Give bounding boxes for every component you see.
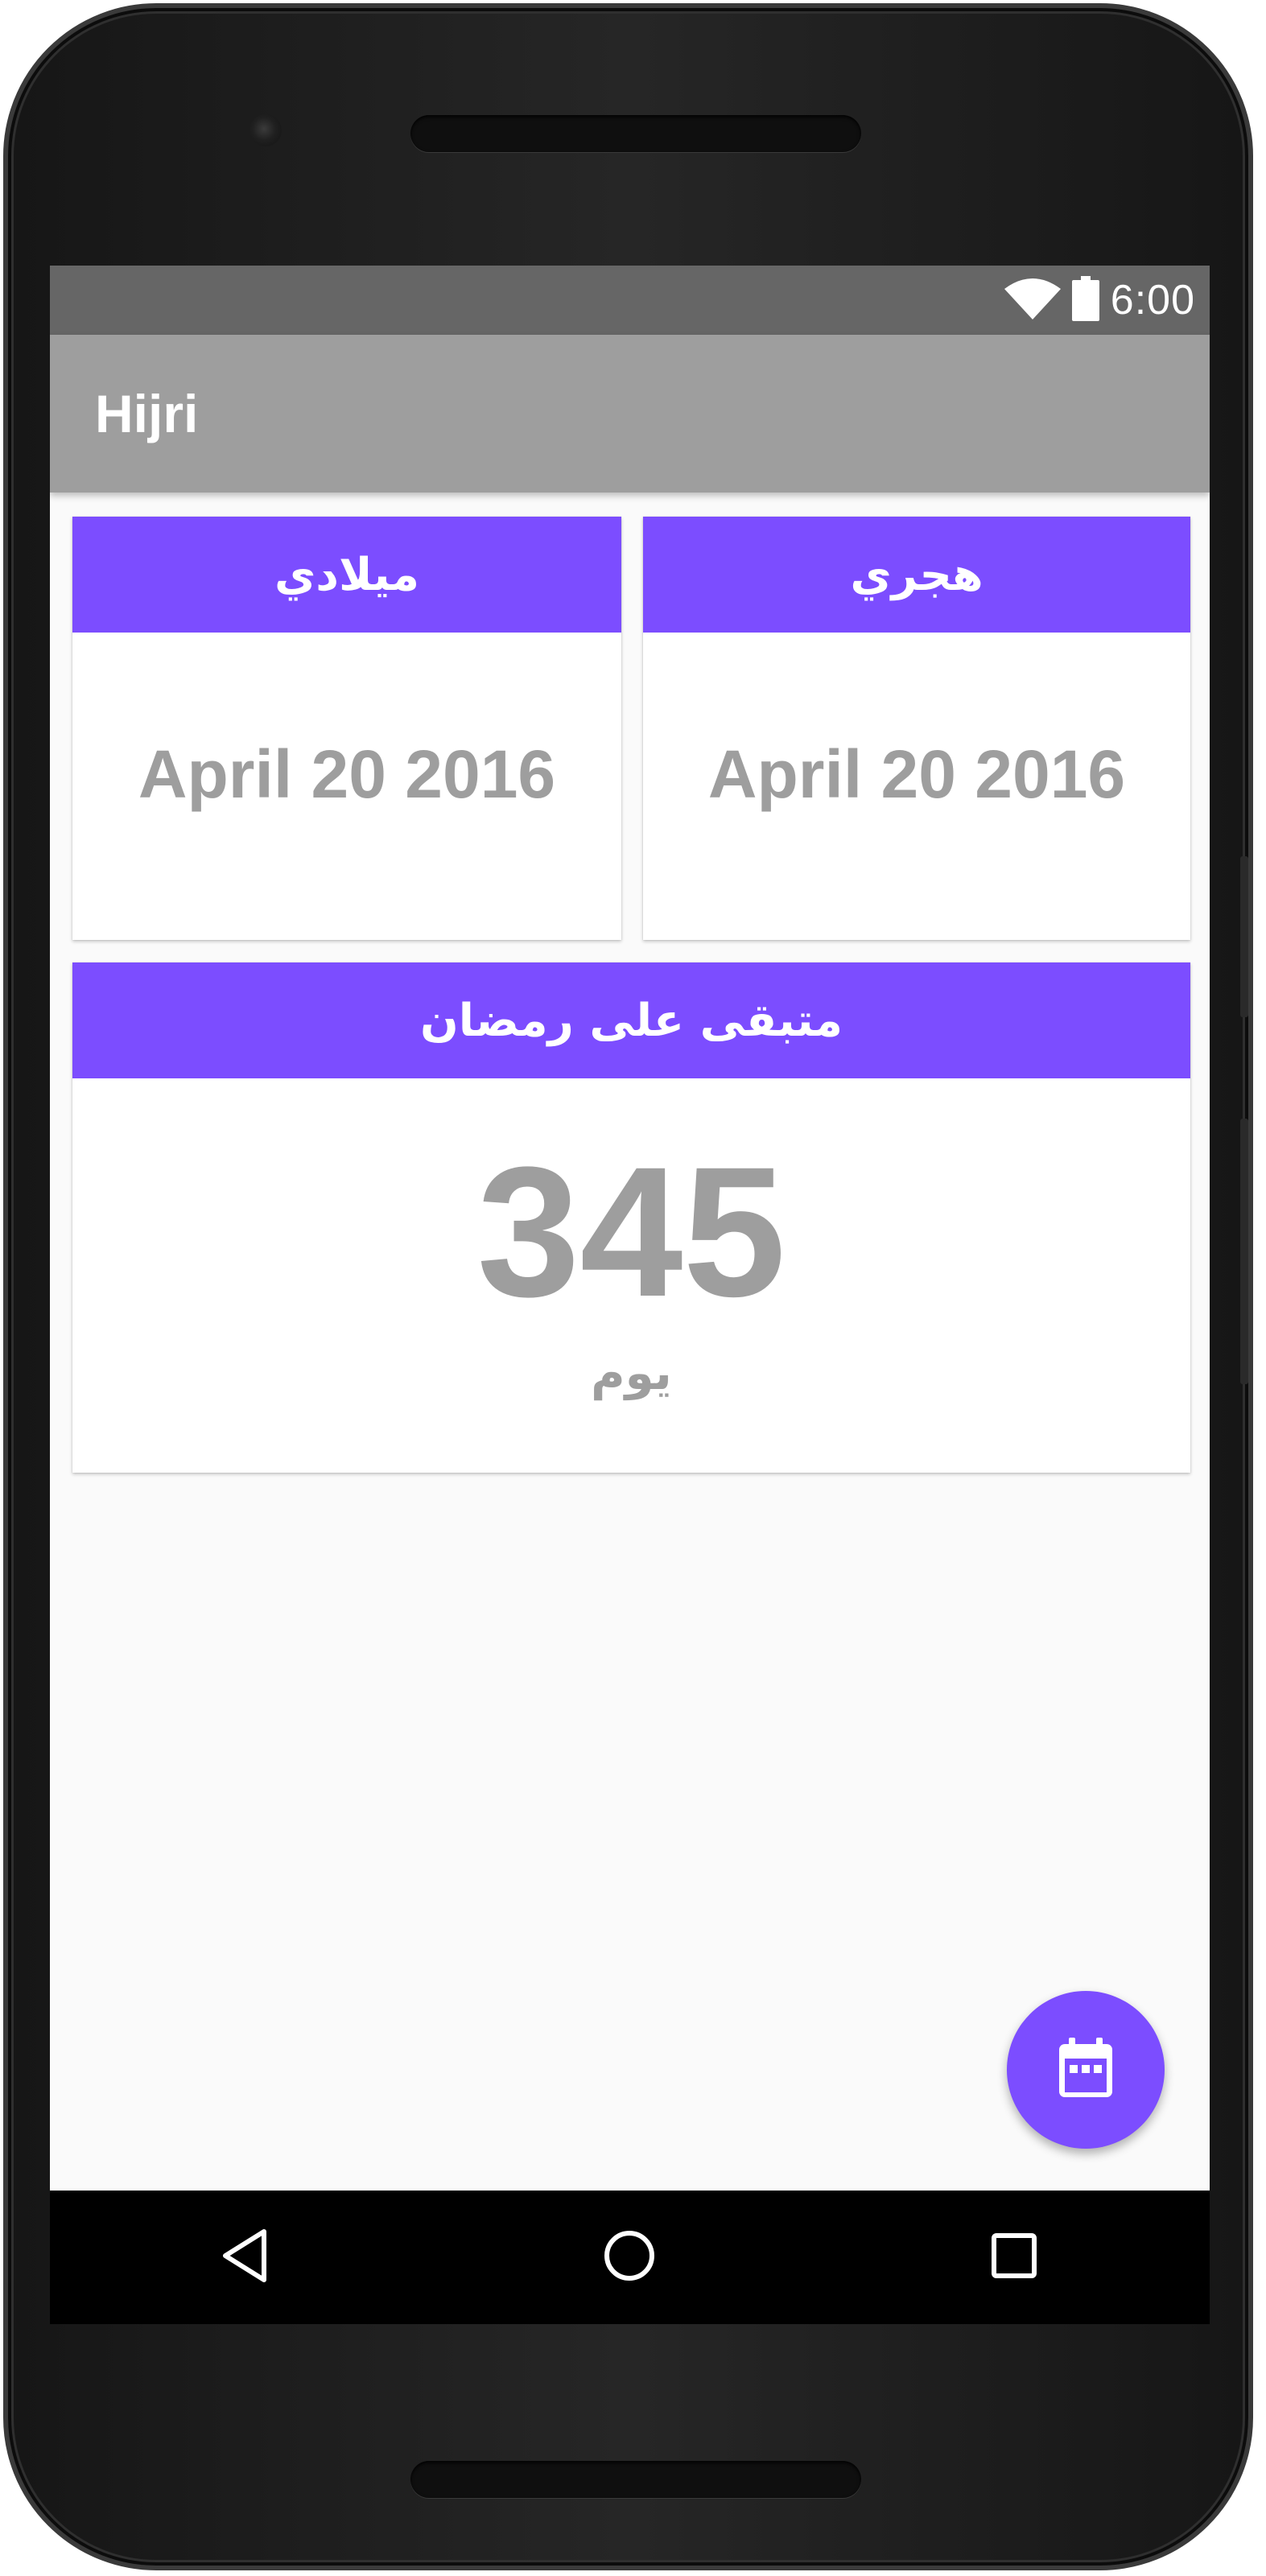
back-icon [221, 2228, 269, 2286]
navigation-bar [50, 2191, 1210, 2324]
front-camera [249, 114, 282, 146]
volume-button [1240, 1119, 1248, 1384]
status-bar: 6:00 [50, 266, 1210, 335]
top-speaker [410, 115, 861, 152]
bottom-speaker [410, 2461, 861, 2498]
gregorian-date-card: ميلادي April 20 2016 [72, 517, 621, 940]
screen: 6:00 Hijri ميلادي April 20 2016 هجري Apr… [50, 266, 1210, 2324]
power-button [1240, 856, 1248, 1017]
ramadan-countdown-card: متبقى على رمضان 345 يوم [72, 962, 1190, 1473]
home-icon [603, 2229, 656, 2285]
app-title: Hijri [95, 384, 199, 443]
home-button[interactable] [549, 2191, 710, 2324]
hijri-date-card: هجري April 20 2016 [643, 517, 1190, 940]
back-button[interactable] [164, 2191, 325, 2324]
hijri-card-header: هجري [643, 517, 1190, 633]
gregorian-date: April 20 2016 [138, 736, 556, 812]
wifi-icon [1004, 278, 1061, 323]
gregorian-card-header: ميلادي [72, 517, 621, 633]
battery-icon [1071, 276, 1099, 324]
countdown-card-header: متبقى على رمضان [72, 962, 1190, 1078]
recents-button[interactable] [934, 2191, 1095, 2324]
calendar-fab-button[interactable] [1007, 1991, 1165, 2149]
status-time: 6:00 [1110, 277, 1195, 324]
app-bar: Hijri [50, 335, 1210, 493]
calendar-icon [1058, 2038, 1114, 2102]
days-unit-label: يوم [591, 1346, 672, 1400]
days-remaining: 345 [476, 1128, 786, 1335]
hijri-date: April 20 2016 [707, 736, 1126, 812]
recents-icon [991, 2232, 1037, 2282]
